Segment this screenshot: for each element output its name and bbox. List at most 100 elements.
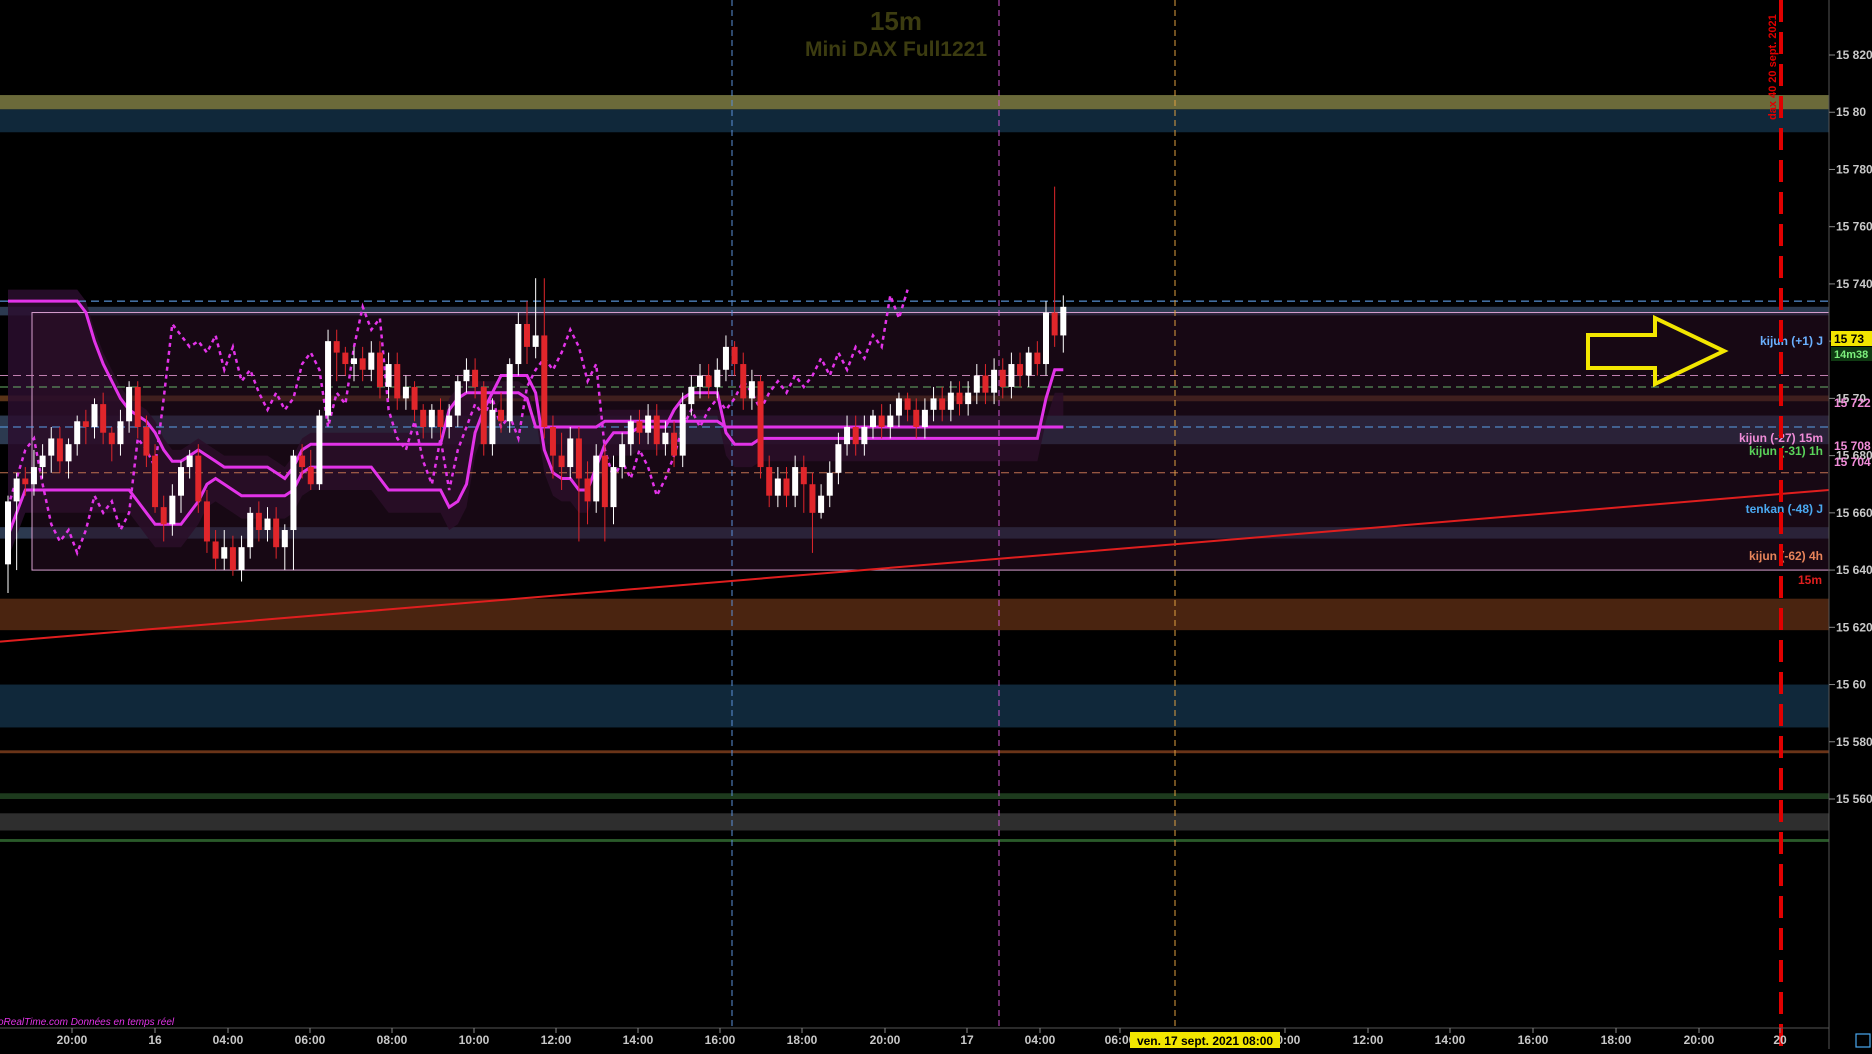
price-tick-label: 15 760 [1836,220,1872,234]
candle-body [169,495,176,525]
candle-body [679,404,686,456]
candle-body [117,421,124,445]
candle-body [524,323,530,347]
candle-body [160,507,167,525]
candle-body [645,415,652,433]
candle-body [1051,312,1058,336]
zone-navy-lower [0,684,1829,728]
candle-body [800,467,807,485]
zone-upper-navy [0,109,1829,133]
current-price-tag: 15 73 [1834,332,1864,346]
candle-body [601,455,608,508]
candle-body [307,467,314,485]
candle-body [870,415,876,427]
time-tick-label: 16:00 [1518,1033,1549,1047]
candle-body [420,409,427,427]
candle-body [506,364,513,422]
candle-body [1060,306,1067,336]
candle-body [671,432,678,456]
candle-body [662,432,669,445]
time-tick-label: 14:00 [623,1033,654,1047]
candle-body [56,438,63,462]
candle-body [757,381,764,468]
candle-body [402,386,409,399]
candle-body [247,512,254,548]
label-kijun-m62-4h: kijun (-62) 4h [1749,549,1823,563]
target-date-label: dax 40 20 sept. 2021 [1767,14,1779,120]
price-tick-label: 15 660 [1836,506,1872,520]
candle-body [610,467,617,508]
candle-body [264,518,271,531]
candle-body [65,444,72,462]
candle-body [498,409,505,422]
candle-body [627,421,634,445]
zone-brown-line [0,750,1829,754]
candle-body [186,455,193,468]
candle-body [532,335,539,347]
candle-body [1008,364,1015,387]
candle-body [178,467,184,496]
candle-body [1017,364,1024,376]
label-trendline: 15m [1798,573,1822,587]
candle-body [947,392,954,410]
range-box [31,312,1830,571]
time-tick-label: 12:00 [1353,1033,1384,1047]
candle-body [126,386,133,422]
zone-green-lower [0,793,1829,799]
candle-body [238,547,245,571]
chart-canvas[interactable]: 15m Mini DAX Full1221 kijun (+1) J kijun… [0,0,1872,1049]
candle-body [558,455,565,468]
zone-upper-olive [0,95,1829,110]
time-tick-label: 08:00 [377,1033,408,1047]
candle-body [1034,352,1041,365]
kijun-1h-price-tag-b: 15 704 [1834,455,1871,469]
candle-body [792,467,799,496]
candle-body [904,398,911,410]
candle-body [549,427,556,456]
kijun-15m-price-tag: 15 722 [1834,396,1871,410]
candle-body [13,478,20,502]
candle-body [982,375,989,393]
candle-body [895,398,902,416]
time-tick-label: 18:00 [1601,1033,1632,1047]
candle-body [454,381,461,416]
candle-body [82,421,89,427]
zone-grey-lower [0,813,1829,831]
candle-body [740,364,747,399]
candle-body [255,512,262,531]
label-kijun-m31-1h: kijun (-31) 1h [1749,444,1823,458]
time-tick-label: 20 [1773,1033,1787,1047]
candle-body [878,415,885,427]
candle-body [143,427,150,456]
price-tick-label: 15 560 [1836,792,1872,806]
candle-body [325,341,332,416]
time-tick-label: 16 [148,1033,162,1047]
candle-body [973,375,980,393]
candle-body [100,404,107,433]
candle-body [887,415,894,427]
zone-green-lower-2 [0,839,1829,842]
candle-body [351,358,357,365]
candle-body [515,323,522,365]
price-tick-label: 15 60 [1836,678,1866,692]
candle-body [783,478,790,496]
candle-body [446,415,453,427]
candle-body [359,358,366,370]
time-tick-label: 20:00 [870,1033,901,1047]
candle-body [774,478,781,496]
zone-brown-support [0,598,1829,631]
candle-body [826,472,833,496]
time-tick-label: 04:00 [213,1033,244,1047]
candle-body [48,438,55,456]
time-tick-label: 18:00 [787,1033,818,1047]
candle-body [22,478,29,485]
candle-body [316,415,323,485]
candle-body [91,404,98,427]
candle-body [368,352,375,370]
candle-body [376,352,383,387]
candle-body [705,375,712,387]
candle-body [991,369,998,393]
time-tick-label: 14:00 [1435,1033,1466,1047]
candle-body [593,455,600,502]
candle-body [575,438,582,479]
